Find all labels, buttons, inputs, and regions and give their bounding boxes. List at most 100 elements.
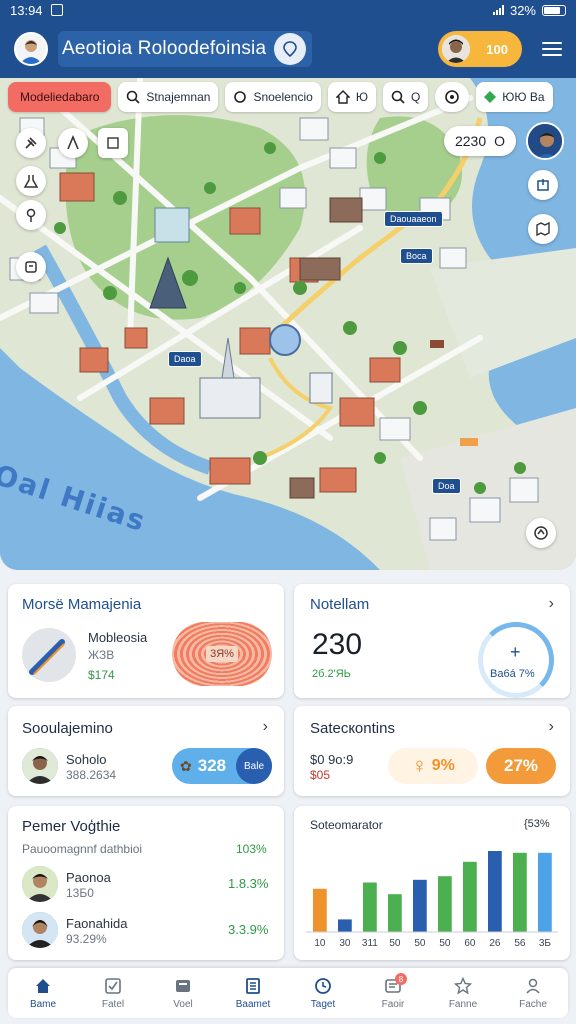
map-tool-button[interactable] [16,128,46,158]
filter-chip-location[interactable]: Snoelencio [225,82,321,112]
manage-item-price: $174 [88,668,115,682]
map-tool-button[interactable] [98,128,128,158]
map-tool-button[interactable] [16,200,46,230]
chart-bar [363,882,377,932]
app-logo-avatar[interactable] [14,32,48,66]
people-card[interactable]: Pemer Voģthie Pauoomagnnf dathbioi 103% … [8,806,284,960]
social-pill-value: 328 [197,756,227,775]
person-avatar [22,866,58,902]
refresh-icon [445,90,460,104]
plus-icon: + [510,642,521,662]
star-icon [454,976,472,994]
nav-label: Taget [310,998,336,1010]
nav-item-fanne[interactable]: Fanne [428,968,498,1018]
chart-tick-label: 50 [389,938,401,949]
filter-chip-active[interactable]: Modeliedabaro [8,82,112,112]
chart-bar [538,852,552,932]
filter-chip-row: Modeliedabaro Stnajemnan Snoelencio Ю Q … [8,82,568,112]
nav-item-home[interactable]: Bame [8,968,78,1018]
nav-item-fatel[interactable]: Fatel [78,968,148,1018]
map-share-button[interactable] [528,170,558,200]
social-pill[interactable]: ✿ 328 Bale [172,748,272,784]
sateck-card[interactable]: Satecкontins › $0 9o:9 $05 ♀ 9% 27% [294,706,570,796]
map-label-tag[interactable]: Daoa [168,351,202,367]
notellam-card[interactable]: Notellam › 230 2б.2'ЯЬ + Ba6á 7% [294,584,570,698]
chart-tick-label: 60 [464,938,476,949]
tools-icon [25,137,37,149]
chart-bar [388,894,402,932]
nav-label: Faoir [381,998,405,1010]
battery-icon [542,4,566,16]
sateck-card-title: Satecкontins [310,720,395,737]
location-icon [283,41,298,57]
home-icon [335,90,350,104]
social-value: 388.2634 [66,768,117,782]
filter-chip-refresh[interactable] [435,82,470,112]
manage-badge-value: 3Я% [206,646,238,662]
sateck-amount: $0 9o:9 [310,752,354,767]
map-user-avatar[interactable] [526,122,564,160]
nav-item-fache[interactable]: Fache [498,968,568,1018]
manage-item-code: ЖЗВ [88,648,115,662]
map-tool-button[interactable] [16,166,46,196]
app-header: Aeotioia Roloodefoinsia 100 [0,20,576,78]
sateck-pct2[interactable]: 27% [486,748,556,784]
app-title-box: Aeotioia Roloodefoinsia [58,31,313,67]
chart-card[interactable]: Soteomarator {53% 10 30 311 50 50 50 60 26 56 3Б [294,806,570,960]
chart-bar [413,879,427,932]
manage-card[interactable]: Morsë Mamajenia Mobleosia ЖЗВ $174 3Я% [8,584,284,698]
filter-chip-home[interactable]: Ю [327,82,376,112]
chevron-right-icon[interactable]: › [549,595,554,613]
sateck-pct1: 9% [431,757,455,774]
map-label-tag[interactable]: Doa [432,478,461,494]
layers-icon [107,137,119,149]
hamburger-menu-icon[interactable] [542,42,562,56]
nav-item-taget[interactable]: Taget [288,968,358,1018]
people-subtitle-pct: 103% [236,842,267,856]
social-avatar [22,748,58,784]
map-locate-button[interactable] [526,518,556,548]
filter-chip-query[interactable]: Q [382,82,429,112]
chart-tick-label: 10 [314,938,326,949]
nav-label: Voel [173,998,193,1010]
user-avatar [442,35,470,63]
sateck-pill-1[interactable]: ♀ 9% [388,748,478,784]
chevron-right-icon[interactable]: › [549,718,554,736]
share-icon [537,179,549,191]
title-search-button[interactable] [274,33,307,65]
chart-tick-label: 3Б [539,938,552,949]
folder-icon [176,979,190,992]
user-pill[interactable]: 100 [438,31,522,67]
profile-icon [526,978,540,994]
filter-chip-layer[interactable]: ЮЮ Ba [476,82,553,112]
map-counter-suffix: O [494,133,506,149]
app-title: Aeotioia Roloodefoinsia [62,38,267,59]
brush-icon [29,639,65,675]
bar-chart: 10 30 311 50 50 50 60 26 56 3Б [306,851,558,949]
search-icon [391,90,405,104]
chart-tick-label: 311 [362,938,378,949]
map-label-tag[interactable]: Boca [400,248,433,264]
map-label-tag[interactable]: Daouaaeon [384,211,443,227]
status-bar: 13:94 32% [0,0,576,20]
sparkle-icon: ✿ [180,757,192,774]
person-value: 13Б0 [66,886,94,900]
filter-chip-label: Modeliedabaro [20,90,100,104]
calendar-icon [25,261,37,273]
map-layers-button[interactable] [528,214,558,244]
map-counter[interactable]: 2230 O [444,126,516,156]
pin-icon [26,208,36,222]
map-tool-button[interactable] [16,252,46,282]
map-tool-button[interactable] [58,128,88,158]
circle-icon [234,91,247,103]
nav-item-faoir[interactable]: 8 Faoir [358,968,428,1018]
flask-icon [23,175,39,188]
nav-item-voel[interactable]: Voel [148,968,218,1018]
nav-item-baamet[interactable]: Baamet [218,968,288,1018]
social-card[interactable]: Sooulajemino › Soholo 388.2634 ✿ 328 Bal… [8,706,284,796]
chart-tick-label: 26 [489,938,501,949]
filter-chip-search[interactable]: Stnajemnan [118,82,219,112]
chevron-right-icon[interactable]: › [263,718,268,736]
chart-bar [488,851,502,932]
notellam-card-title: Notellam [310,596,370,613]
